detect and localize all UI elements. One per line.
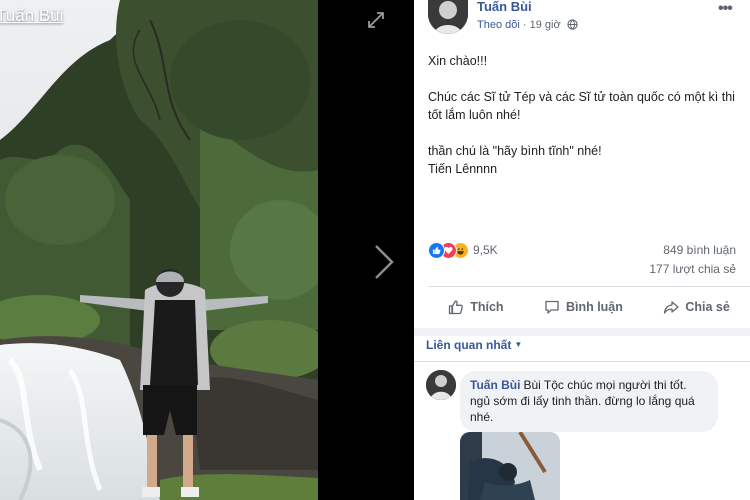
comment-sort-dropdown[interactable]: Liên quan nhất ▼ (426, 338, 522, 352)
comment-bubble: Tuấn Bùi Bùi Tộc chúc mọi người thi tốt. … (460, 371, 718, 432)
reaction-count[interactable]: 9,5K (473, 243, 498, 257)
post-paragraph: thần chú là "hãy bình tĩnh" nhé! (428, 144, 602, 158)
comment-sort-label: Liên quan nhất (426, 338, 512, 352)
divider (428, 286, 750, 287)
post-time[interactable]: 19 giờ (530, 19, 561, 31)
like-reaction-icon (428, 241, 445, 259)
meta-separator: · (519, 19, 530, 31)
post-paragraph: Chúc các Sĩ tử Tép và các Sĩ tử toàn quố… (428, 90, 735, 122)
share-arrow-icon (664, 301, 679, 314)
comment-photo[interactable] (460, 432, 560, 500)
viewer-gutter (318, 0, 414, 500)
photo-viewer: Tuấn Bùi Tuấn Bùi Theo dõi · 19 giờ ••• … (0, 0, 750, 500)
post-paragraph: Xin chào!!! (428, 54, 488, 68)
post-author-name[interactable]: Tuấn Bùi (477, 0, 532, 14)
post-meta: Theo dõi · 19 giờ (477, 19, 578, 31)
commenter-avatar[interactable] (426, 370, 456, 400)
follow-link[interactable]: Theo dõi (477, 19, 520, 31)
comment-author[interactable]: Tuấn Bùi (470, 378, 520, 392)
photo-owner-name[interactable]: Tuấn Bùi (0, 6, 63, 26)
author-avatar[interactable] (428, 0, 468, 34)
like-label: Thích (470, 300, 504, 314)
photo-image (0, 0, 318, 500)
comment-icon (545, 300, 559, 314)
reaction-summary[interactable]: 9,5K (428, 241, 498, 259)
more-dots-icon[interactable]: ••• (718, 0, 733, 18)
globe-icon (567, 19, 578, 30)
comment-button[interactable]: Bình luận (544, 299, 623, 315)
post-paragraph: Tiến Lênnnn (428, 162, 498, 176)
thumbs-up-icon (449, 300, 464, 315)
comment-photo-image (460, 432, 560, 500)
share-label: Chia sẻ (685, 300, 730, 314)
comment-label: Bình luận (565, 300, 623, 314)
post-photo[interactable]: Tuấn Bùi (0, 0, 318, 500)
post-actions: Thích Bình luận Chia sẻ (428, 288, 750, 326)
caret-down-icon: ▼ (514, 340, 523, 349)
like-button[interactable]: Thích (448, 299, 504, 315)
chevron-right-icon[interactable] (372, 244, 396, 280)
post-text: Xin chào!!! Chúc các Sĩ tử Tép và các Sĩ… (428, 52, 740, 178)
expand-icon[interactable] (366, 10, 386, 30)
share-button[interactable]: Chia sẻ (663, 299, 730, 315)
share-count[interactable]: 177 lượt chia sẻ (649, 262, 736, 276)
comment-count[interactable]: 849 bình luận (663, 243, 736, 257)
